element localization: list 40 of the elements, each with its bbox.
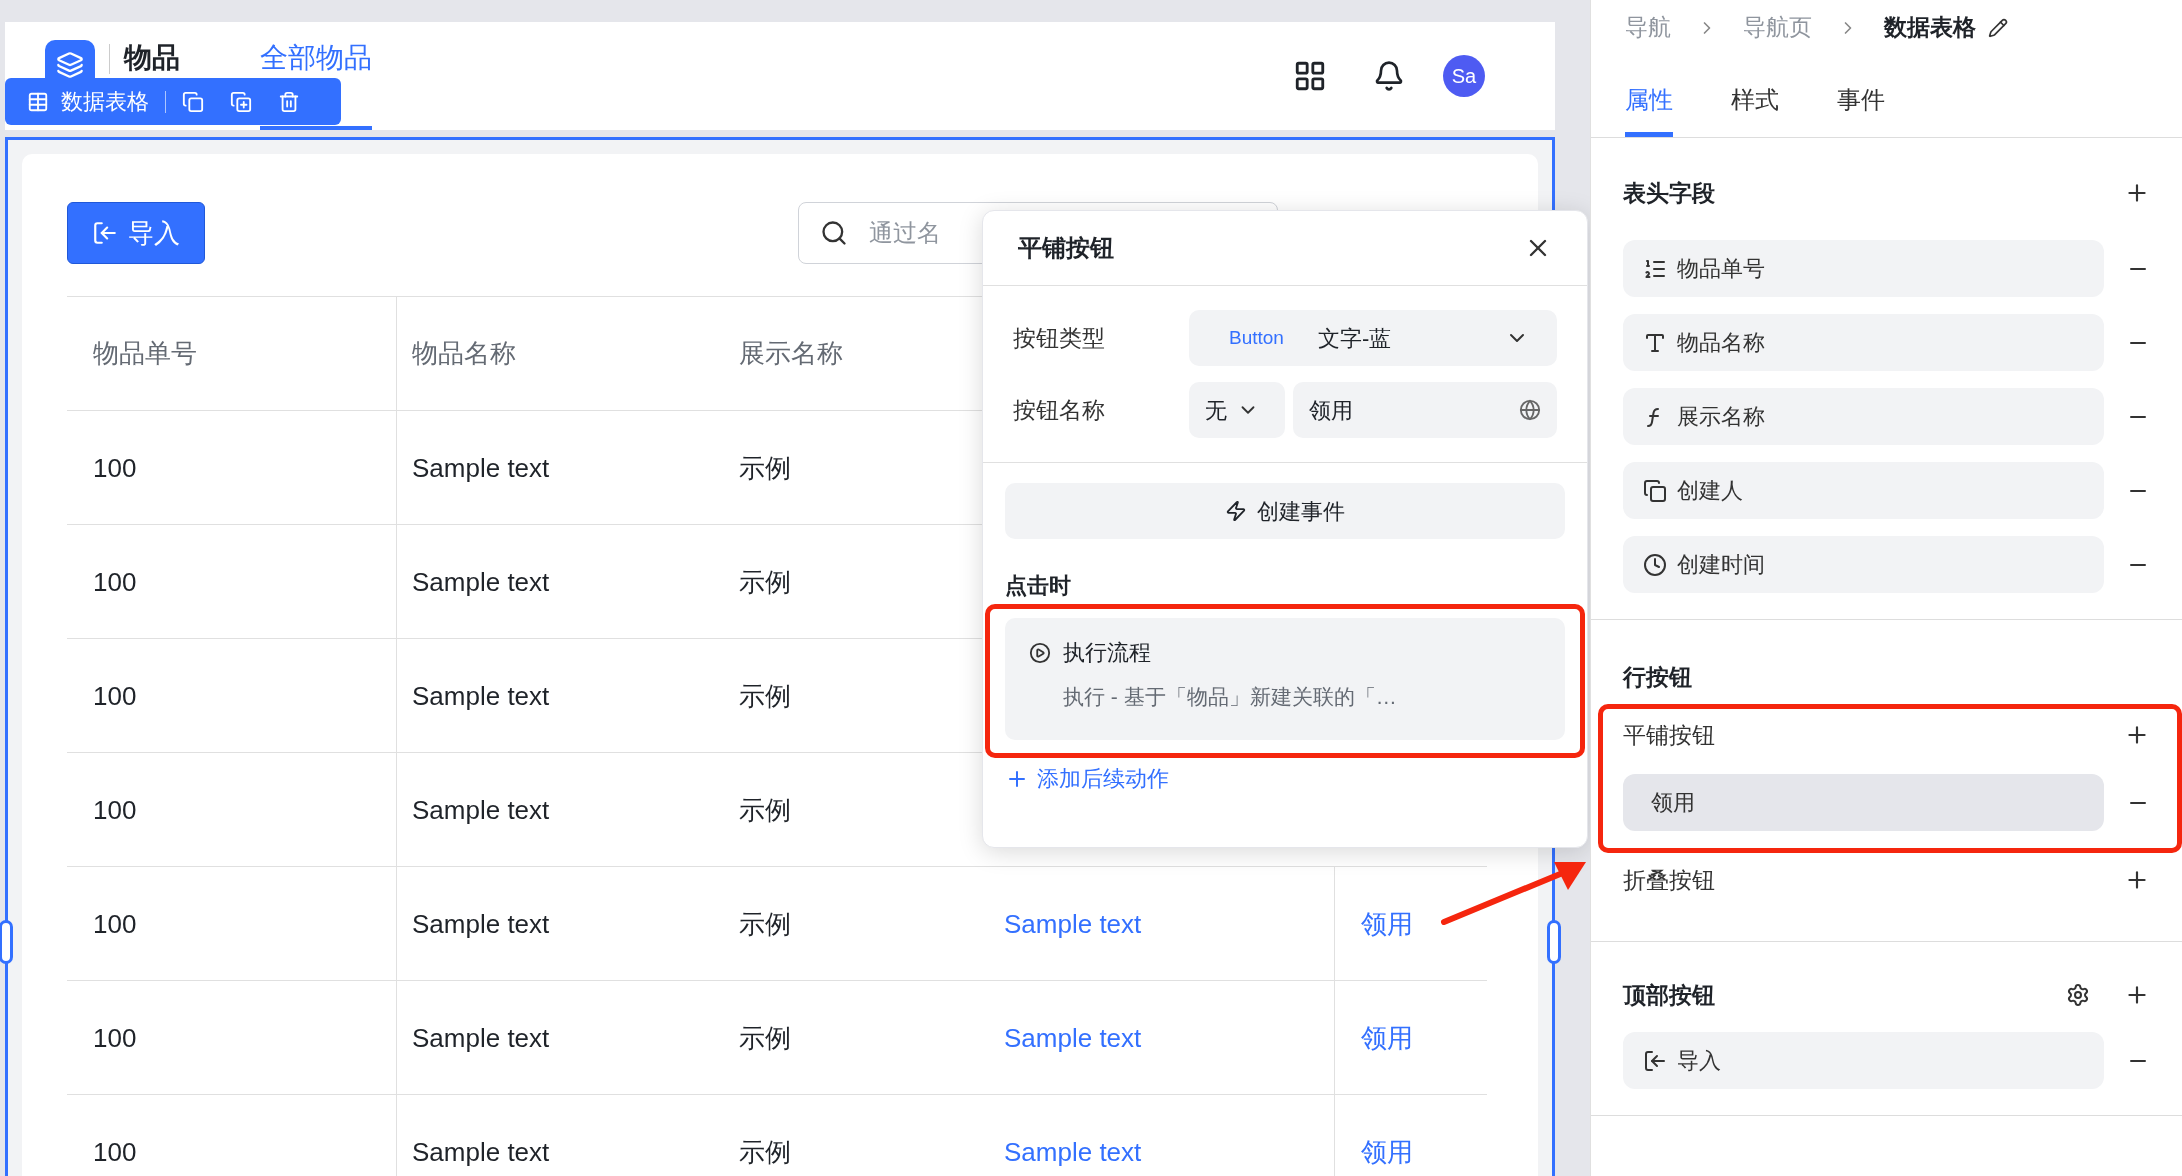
table-cell: Sample text	[412, 796, 550, 823]
table-cell: Sample text	[412, 454, 550, 481]
table-cell: 示例	[739, 682, 791, 709]
table-cell: 100	[93, 796, 137, 823]
field-label: 按钮类型	[1013, 323, 1106, 353]
table-cell: 100	[93, 910, 137, 937]
app-title: 物品	[124, 44, 180, 72]
table-cell: Sample text	[412, 910, 550, 937]
breadcrumb-item: 数据表格	[1884, 13, 1976, 43]
table-cell: 示例	[739, 1138, 791, 1165]
type-tag: Button	[1229, 323, 1284, 353]
table-cell: 示例	[739, 796, 791, 823]
action-description: 执行 - 基于「物品」新建关联的「…	[1063, 684, 1398, 710]
action-title: 执行流程	[1063, 639, 1151, 667]
field-label: 按钮名称	[1013, 395, 1106, 425]
section-label: 点击时	[1005, 572, 1072, 600]
select-value: 文字-蓝	[1317, 324, 1392, 353]
table-cell: Sample text	[412, 1024, 550, 1051]
table-cell: 100	[93, 568, 137, 595]
table-cell: 示例	[739, 568, 791, 595]
column-header: 物品单号	[93, 337, 197, 370]
group-title: 平铺按钮	[1623, 720, 1715, 750]
section-title: 行按钮	[1621, 663, 1693, 690]
section-title: 表头字段	[1623, 178, 1715, 208]
table-cell: 100	[93, 454, 137, 481]
column-header: 展示名称	[739, 337, 843, 370]
table-cell: 100	[93, 1024, 137, 1051]
table-cell: 100	[93, 1138, 137, 1165]
column-header: 物品名称	[412, 337, 516, 370]
section-title: 顶部按钮	[1623, 980, 1715, 1010]
group-title: 折叠按钮	[1623, 865, 1715, 895]
popup-title: 平铺按钮	[1018, 233, 1114, 263]
table-cell: 示例	[739, 454, 791, 481]
table-cell: Sample text	[412, 1138, 550, 1165]
table-cell: 100	[93, 682, 137, 709]
table-cell: Sample text	[412, 568, 550, 595]
table-cell: Sample text	[412, 682, 550, 709]
table-cell: 示例	[739, 1024, 791, 1051]
table-cell: 示例	[739, 910, 791, 937]
component-label: 数据表格	[61, 88, 149, 116]
